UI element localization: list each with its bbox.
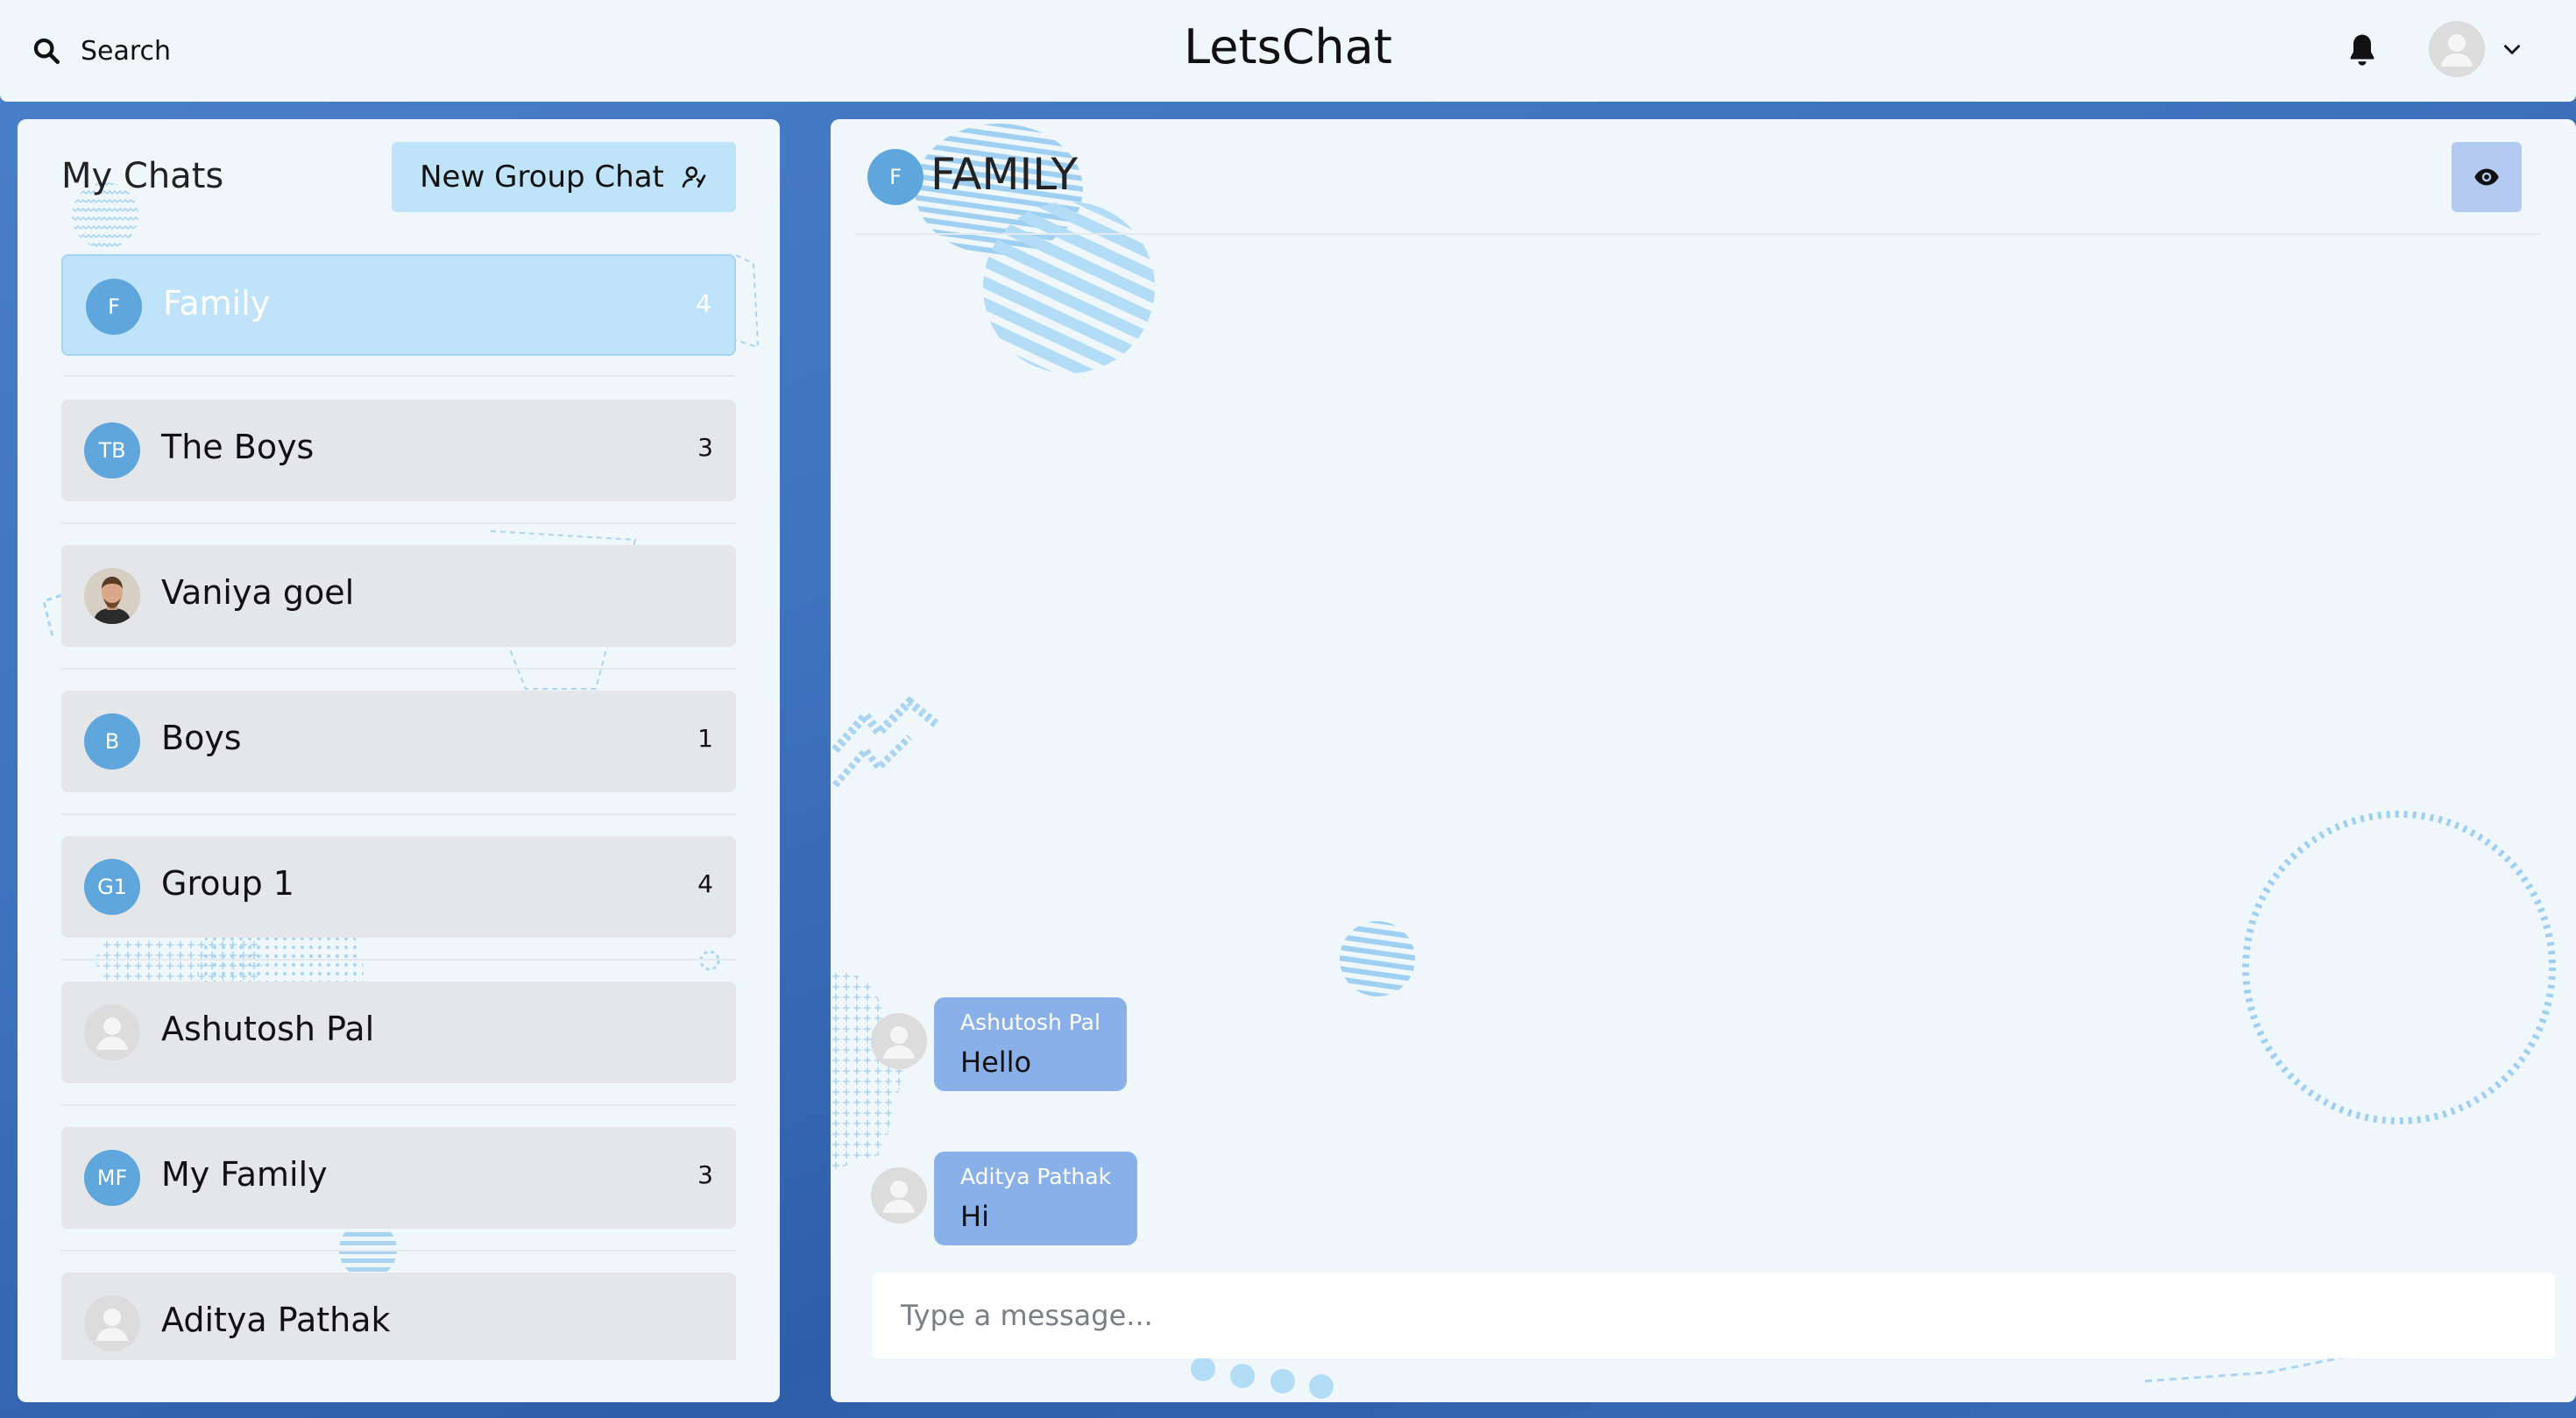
message-input[interactable]: [873, 1273, 2555, 1358]
eye-icon: [2474, 168, 2499, 186]
chat-name: My Family: [161, 1155, 328, 1194]
member-count: 3: [697, 1160, 713, 1189]
user-silhouette-icon: [871, 1167, 927, 1223]
add-group-icon: [682, 167, 706, 188]
my-chats-title: My Chats: [61, 156, 224, 196]
header-divider: [855, 233, 2541, 235]
bell-icon[interactable]: [2345, 32, 2380, 70]
user-avatar[interactable]: [2429, 21, 2485, 77]
chat-avatar: [84, 1295, 140, 1351]
sender-avatar: [871, 1013, 927, 1069]
message-bubble: Ashutosh Pal Hello: [934, 997, 1127, 1091]
chat-title: FAMILY: [931, 149, 1079, 200]
message-sender: Ashutosh Pal: [960, 1010, 1100, 1035]
chat-item[interactable]: G1 Group 1 4: [61, 836, 736, 961]
message-sender: Aditya Pathak: [960, 1164, 1112, 1189]
my-chats-panel: My Chats New Group Chat F Family 4 TB The Bo…: [18, 119, 780, 1402]
chat-header-avatar: F: [867, 149, 924, 205]
message-row: Aditya Pathak Hi: [871, 1152, 1138, 1245]
chat-avatar: TB: [84, 422, 140, 479]
chat-name: Vaniya goel: [161, 573, 355, 612]
profile-photo: [84, 568, 140, 624]
chat-name: Aditya Pathak: [161, 1301, 391, 1339]
new-group-chat-label: New Group Chat: [420, 160, 664, 195]
chat-item[interactable]: B Boys 1: [61, 691, 736, 815]
chevron-down-icon[interactable]: [2501, 38, 2523, 60]
chat-item[interactable]: Aditya Pathak: [61, 1273, 736, 1360]
chat-avatar: G1: [84, 859, 140, 915]
message-text: Hello: [960, 1046, 1032, 1079]
user-silhouette-icon: [2429, 21, 2485, 77]
view-details-button[interactable]: [2452, 142, 2522, 212]
chat-list: F Family 4 TB The Boys 3 Vaniya goel B Boys 1 G1 Gr…: [61, 254, 736, 1360]
chat-avatar: [84, 1004, 140, 1060]
chat-item[interactable]: TB The Boys 3: [61, 400, 736, 524]
user-silhouette-icon: [84, 1295, 140, 1351]
member-count: 3: [697, 433, 713, 462]
chat-avatar: B: [84, 713, 140, 769]
chat-item[interactable]: Ashutosh Pal: [61, 982, 736, 1106]
profile-menu[interactable]: [2429, 21, 2523, 77]
chat-name: The Boys: [161, 428, 315, 466]
member-count: 1: [697, 724, 713, 753]
sender-avatar: [871, 1167, 927, 1223]
chat-avatar: [84, 568, 140, 624]
user-silhouette-icon: [871, 1013, 927, 1069]
chat-item[interactable]: Vaniya goel: [61, 545, 736, 670]
chat-item[interactable]: MF My Family 3: [61, 1127, 736, 1251]
member-count: 4: [696, 289, 711, 318]
message-row: Ashutosh Pal Hello: [871, 997, 1127, 1091]
chat-item[interactable]: F Family 4: [61, 254, 736, 377]
member-count: 4: [697, 869, 713, 898]
new-group-chat-button[interactable]: New Group Chat: [392, 142, 736, 212]
chat-avatar: F: [86, 279, 142, 335]
message-text: Hi: [960, 1200, 989, 1233]
conversation-panel: F FAMILY Ashutosh Pal Hello Aditya Patha…: [831, 119, 2576, 1402]
chat-name: Family: [163, 284, 271, 323]
chat-avatar: MF: [84, 1150, 140, 1206]
chat-name: Ashutosh Pal: [161, 1010, 375, 1048]
chat-name: Boys: [161, 719, 242, 757]
chat-name: Group 1: [161, 864, 294, 903]
app-title: LetsChat: [1184, 19, 1392, 74]
user-silhouette-icon: [84, 1004, 140, 1060]
top-bar: Search LetsChat: [0, 0, 2576, 102]
message-bubble: Aditya Pathak Hi: [934, 1152, 1138, 1245]
